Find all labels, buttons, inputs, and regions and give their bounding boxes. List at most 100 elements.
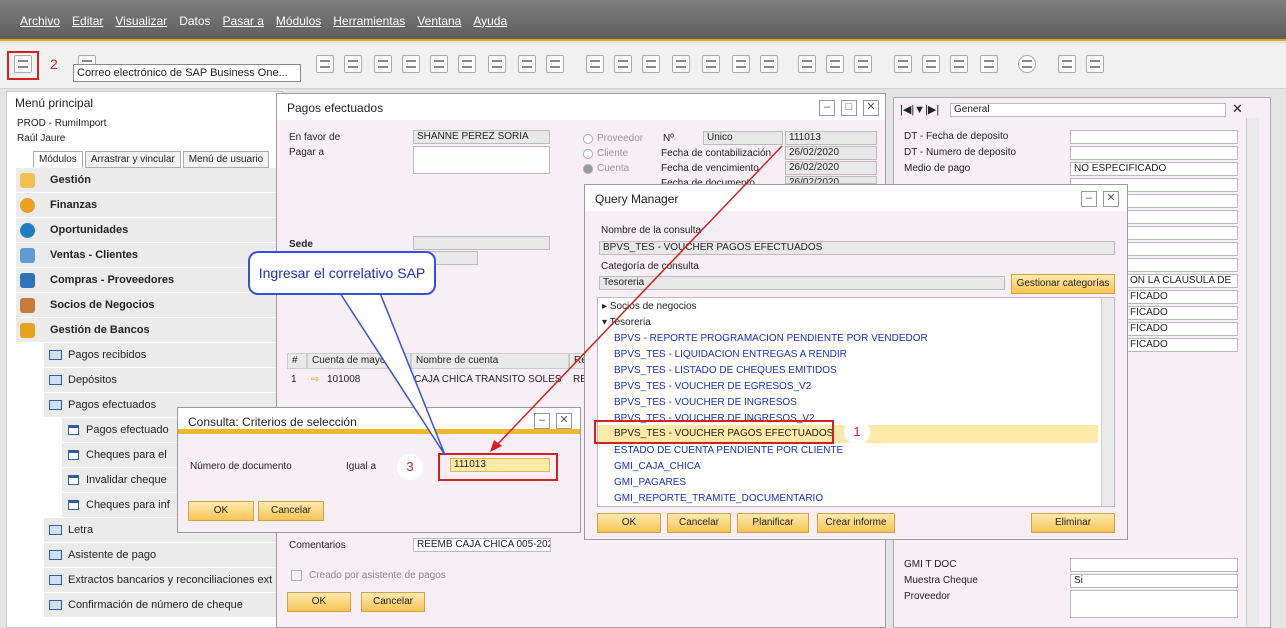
gl-icon[interactable] <box>702 55 720 73</box>
serie-field[interactable]: Unico <box>703 131 783 145</box>
udf-proveedor[interactable] <box>1070 590 1238 618</box>
arrow-link-icon[interactable]: ⇨ <box>311 374 319 385</box>
pagos-ok-button[interactable]: OK <box>287 592 351 612</box>
qm-close-icon[interactable]: ✕ <box>1103 191 1119 207</box>
udf-muestra-cheque[interactable]: Si <box>1070 574 1238 588</box>
doc-settings-icon[interactable] <box>826 55 844 73</box>
query-item[interactable]: GMI_REPORTE_TRAMITE_DOCUMENTARIO <box>614 491 823 506</box>
query-item[interactable]: BPVS_TES - VOUCHER DE EGRESOS_V2 <box>614 379 811 395</box>
en-favor-field[interactable]: SHANNE PEREZ SORIA <box>413 130 550 144</box>
export-icon[interactable] <box>1058 55 1076 73</box>
comentarios-field[interactable]: REEMB CAJA CHICA 005-202 <box>413 538 551 552</box>
first-record-icon[interactable] <box>374 55 392 73</box>
udf-partial-4[interactable]: FICADO <box>1126 322 1238 336</box>
fecha-cont-field[interactable]: 26/02/2020 <box>785 146 877 160</box>
filter-icon[interactable] <box>518 55 536 73</box>
qm-cat-field[interactable]: Tesoreria <box>599 276 1005 290</box>
module-gestion[interactable]: Gestión <box>16 168 276 193</box>
sede-field[interactable] <box>413 236 550 250</box>
fecha-doc-field[interactable]: 26/02/2020 <box>785 176 877 184</box>
udf-medio-pago[interactable]: NO ESPECIFICADO <box>1070 162 1238 176</box>
module-compras[interactable]: Compras - Proveedores <box>16 268 276 293</box>
pagar-a-field[interactable] <box>413 146 550 174</box>
udf-close-icon[interactable]: ✕ <box>1232 101 1243 117</box>
udf-nav-icons[interactable]: |◀|▼|▶| <box>900 103 939 116</box>
udf-partial-1[interactable]: ON LA CLAUSULA DE <box>1126 274 1238 288</box>
query-item[interactable]: GMI_CAJA_CHICA <box>614 459 701 475</box>
close-icon[interactable]: ✕ <box>863 100 879 116</box>
grid-row-cuenta[interactable]: 101008 <box>327 374 360 385</box>
module-ventas[interactable]: Ventas - Clientes <box>16 243 276 268</box>
last-record-icon[interactable] <box>458 55 476 73</box>
menu-pagos-recibidos[interactable]: Pagos recibidos <box>44 343 276 368</box>
previous-record-icon[interactable] <box>402 55 420 73</box>
grid-row-nombre[interactable]: CAJA CHICA TRANSITO SOLES <box>414 374 561 385</box>
menu-pasar-a[interactable]: Pasar a <box>223 14 264 28</box>
udf-partial-2[interactable]: FICADO <box>1126 290 1238 304</box>
menu-herramientas[interactable]: Herramientas <box>333 14 405 28</box>
qm-manage-button[interactable]: Gestionar categorías <box>1011 274 1115 294</box>
udf-gmi-t-doc[interactable] <box>1070 558 1238 572</box>
qm-eliminar-button[interactable]: Eliminar <box>1031 513 1115 533</box>
tab-menu-usuario[interactable]: Menú de usuario <box>182 151 270 168</box>
find-icon[interactable] <box>316 55 334 73</box>
radio-cliente[interactable] <box>583 149 593 159</box>
criteria-cancel-button[interactable]: Cancelar <box>258 501 324 521</box>
qm-name-field[interactable]: BPVS_TES - VOUCHER PAGOS EFECTUADOS <box>599 241 1115 255</box>
import-icon[interactable] <box>1086 55 1104 73</box>
menu-ventana[interactable]: Ventana <box>417 14 461 28</box>
creado-checkbox[interactable] <box>291 570 302 581</box>
menu-modulos[interactable]: Módulos <box>276 14 321 28</box>
menu-asistente-pago[interactable]: Asistente de pago <box>44 543 276 568</box>
base-document-icon[interactable] <box>586 55 604 73</box>
minimize-icon[interactable]: – <box>819 100 835 116</box>
cash-icon[interactable] <box>672 55 690 73</box>
query-item[interactable]: BPVS_TES - VOUCHER DE INGRESOS <box>614 395 797 411</box>
udf-combo[interactable]: General <box>950 103 1226 117</box>
maximize-icon[interactable]: □ <box>841 100 857 116</box>
tasks-icon[interactable] <box>894 55 912 73</box>
target-document-icon[interactable] <box>614 55 632 73</box>
qm-cancel-button[interactable]: Cancelar <box>667 513 731 533</box>
help-icon[interactable] <box>1018 55 1036 73</box>
qm-list-scrollbar[interactable] <box>1101 298 1114 506</box>
calculator-icon[interactable] <box>642 55 660 73</box>
pagos-cancel-button[interactable]: Cancelar <box>361 592 425 612</box>
add-icon[interactable] <box>344 55 362 73</box>
qm-minimize-icon[interactable]: – <box>1081 191 1097 207</box>
qm-ok-button[interactable]: OK <box>597 513 661 533</box>
radio-proveedor[interactable] <box>583 134 593 144</box>
numero-field[interactable]: 111013 <box>785 131 877 145</box>
tree-group-socios[interactable]: ▸ Socios de negocios <box>602 299 697 315</box>
menu-archivo[interactable]: Archivo <box>20 14 60 28</box>
tab-modulos[interactable]: Módulos <box>33 151 83 168</box>
query-item[interactable]: BPVS - REPORTE PROGRAMACION PENDIENTE PO… <box>614 331 928 347</box>
menu-confirmacion-cheque[interactable]: Confirmación de número de cheque <box>44 593 276 618</box>
udf-scrollbar[interactable] <box>1246 118 1259 626</box>
query-item[interactable]: GMI_PAGARES <box>614 475 686 491</box>
refresh-icon[interactable] <box>488 55 506 73</box>
udf-fecha-deposito[interactable] <box>1070 130 1238 144</box>
radio-cuenta[interactable] <box>583 164 593 174</box>
module-gestion-bancos[interactable]: Gestión de Bancos <box>16 318 276 343</box>
criteria-ok-button[interactable]: OK <box>188 501 254 521</box>
module-oportunidades[interactable]: Oportunidades <box>16 218 276 243</box>
menu-visualizar[interactable]: Visualizar <box>115 14 167 28</box>
udf-partial-5[interactable]: FICADO <box>1126 338 1238 352</box>
next-record-icon[interactable] <box>430 55 448 73</box>
sort-icon[interactable] <box>546 55 564 73</box>
menu-editar[interactable]: Editar <box>72 14 103 28</box>
report-icon[interactable] <box>732 55 750 73</box>
window-icon[interactable] <box>950 55 968 73</box>
query-item[interactable]: BPVS_TES - LISTADO DE CHEQUES EMITIDOS <box>614 363 837 379</box>
menu-depositos[interactable]: Depósitos <box>44 368 276 393</box>
menu-extractos[interactable]: Extractos bancarios y reconciliaciones e… <box>44 568 276 593</box>
tree-group-tesoreria[interactable]: ▾ Tesoreria <box>602 315 651 331</box>
udf-numero-deposito[interactable] <box>1070 146 1238 160</box>
query-item[interactable]: ESTADO DE CUENTA PENDIENTE POR CLIENTE <box>614 443 843 459</box>
menu-datos[interactable]: Datos <box>179 14 210 28</box>
tab-arrastrar[interactable]: Arrastrar y vincular <box>84 151 181 168</box>
query-item[interactable]: BPVS_TES - LIQUIDACION ENTREGAS A RENDIR <box>614 347 847 363</box>
edit-icon[interactable] <box>798 55 816 73</box>
menu-ayuda[interactable]: Ayuda <box>473 14 507 28</box>
